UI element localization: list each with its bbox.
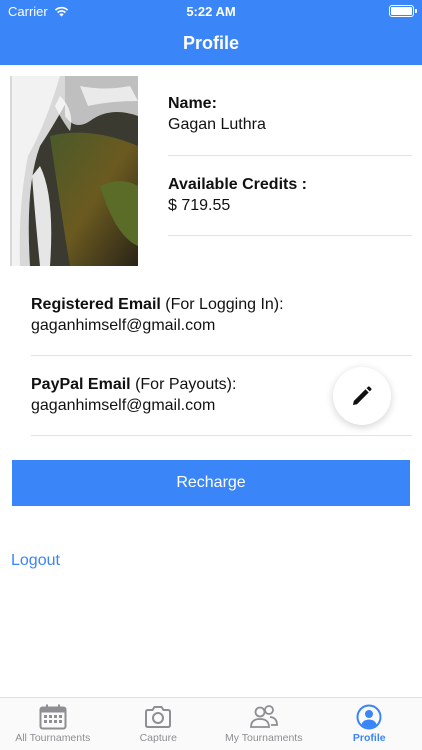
top-bar: Carrier 5:22 AM Profile: [0, 0, 422, 65]
name-value: Gagan Luthra: [168, 116, 266, 133]
tab-all-tournaments[interactable]: All Tournaments: [0, 698, 106, 750]
tab-my-tournaments[interactable]: My Tournaments: [211, 698, 317, 750]
credits-label: Available Credits :: [168, 176, 308, 193]
tab-capture[interactable]: Capture: [106, 698, 212, 750]
divider: [168, 155, 412, 156]
registered-email-section: Registered Email (For Logging In): gagan…: [31, 296, 411, 335]
name-section: Name: Gagan Luthra: [168, 95, 412, 134]
profile-icon: [356, 704, 382, 730]
recharge-button[interactable]: Recharge: [12, 460, 410, 506]
registered-email-label: Registered Email: [31, 296, 161, 313]
divider: [168, 235, 412, 236]
paypal-email-note: (For Payouts):: [130, 376, 237, 393]
credits-section: Available Credits : $ 719.55: [168, 176, 412, 215]
paypal-email-label: PayPal Email: [31, 376, 131, 393]
registered-email-note: (For Logging In):: [160, 296, 284, 313]
logout-link[interactable]: Logout: [11, 552, 60, 570]
profile-photo: [10, 76, 138, 266]
tab-label: My Tournaments: [225, 732, 303, 744]
edit-button[interactable]: [333, 367, 391, 425]
name-label: Name:: [168, 95, 217, 112]
tab-bar: All Tournaments Capture My Tournaments P…: [0, 697, 422, 750]
tab-label: Profile: [352, 732, 386, 744]
divider: [31, 355, 412, 356]
divider: [31, 435, 412, 436]
battery-icon: [389, 5, 417, 17]
camera-icon: [145, 706, 172, 728]
status-bar: Carrier 5:22 AM: [0, 4, 422, 20]
calendar-icon: [39, 704, 67, 730]
people-icon: [249, 705, 278, 728]
page-title: Profile: [182, 33, 239, 53]
registered-email-value: gaganhimself@gmail.com: [31, 317, 216, 334]
tab-label: All Tournaments: [15, 732, 91, 744]
tab-profile[interactable]: Profile: [317, 698, 422, 750]
pencil-icon: [353, 386, 372, 405]
credits-value: $ 719.55: [168, 197, 231, 214]
tab-label: Capture: [139, 732, 177, 744]
status-time: 5:22 AM: [186, 4, 236, 19]
